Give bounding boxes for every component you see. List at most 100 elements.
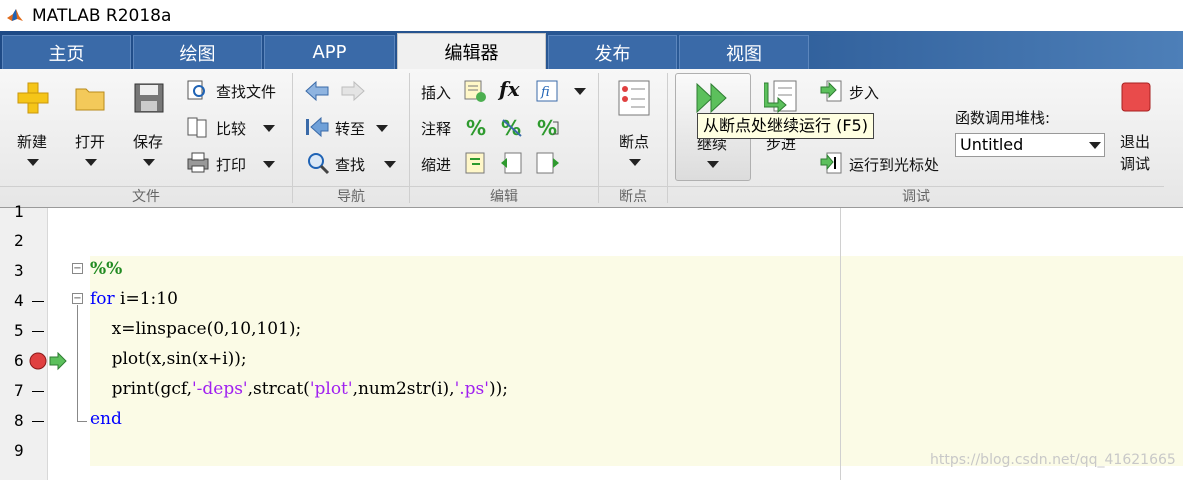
breakpoint-slot-dash[interactable] xyxy=(32,301,44,302)
right-text-limit-line xyxy=(840,208,841,480)
quit-debugging-stop-icon[interactable] xyxy=(1120,81,1152,113)
tab-home[interactable]: 主页 xyxy=(2,35,131,69)
line-number: 3 xyxy=(14,261,24,280)
continue-tooltip: 从断点处继续运行 (F5) xyxy=(697,113,874,139)
line-number: 2 xyxy=(14,231,24,250)
debug-section-label: 调试 xyxy=(668,186,1164,206)
find-button[interactable]: 查找 xyxy=(335,154,365,175)
goto-dropdown-arrow-icon[interactable] xyxy=(376,125,388,132)
svg-text:fi: fi xyxy=(540,85,550,100)
goto-arrow-icon[interactable] xyxy=(304,115,330,139)
continue-dropdown-arrow-icon[interactable] xyxy=(707,161,719,168)
line-number: 1 xyxy=(14,202,24,221)
breakpoint-slot-dash[interactable] xyxy=(32,421,44,422)
call-stack-dropdown[interactable]: Untitled xyxy=(955,133,1105,157)
find-dropdown-arrow-icon[interactable] xyxy=(384,161,396,168)
svg-text:%: % xyxy=(537,116,557,140)
find-files-button[interactable]: 查找文件 xyxy=(216,81,276,102)
keyword-end: end xyxy=(90,409,122,429)
wrap-comment-icon[interactable]: % xyxy=(535,116,561,140)
uncomment-icon[interactable]: % xyxy=(499,116,525,140)
title-bar: MATLAB R2018a xyxy=(0,0,1183,31)
code-text: )); xyxy=(488,379,508,399)
tab-view[interactable]: 视图 xyxy=(679,35,809,69)
insert-function-fx-icon[interactable]: fx xyxy=(499,77,520,101)
line-number: 4 xyxy=(14,291,24,310)
code-line-7: print(gcf,'-deps',strcat('plot',num2str(… xyxy=(90,379,508,399)
forward-arrow-icon xyxy=(341,80,365,102)
back-arrow-icon[interactable] xyxy=(304,79,330,103)
navigate-section-label: 导航 xyxy=(293,186,409,206)
code-line-3: %% xyxy=(90,259,123,279)
code-line-6: plot(x,sin(x+i)); xyxy=(90,349,247,369)
insert-button[interactable]: 插入 xyxy=(421,82,451,103)
step-in-icon[interactable] xyxy=(819,79,843,103)
tab-apps[interactable]: APP xyxy=(264,35,395,69)
compare-dropdown-arrow-icon[interactable] xyxy=(263,125,275,132)
fold-toggle-icon[interactable]: − xyxy=(72,293,83,304)
save-disk-icon[interactable] xyxy=(132,81,166,115)
function-template-icon[interactable]: fi xyxy=(535,79,561,103)
breakpoint-red-dot-icon[interactable] xyxy=(29,352,47,370)
find-magnifier-icon[interactable] xyxy=(306,151,330,175)
insert-dropdown-arrow-icon[interactable] xyxy=(574,88,586,95)
breakpoint-marker[interactable] xyxy=(29,352,69,372)
continue-play-icon[interactable] xyxy=(695,81,731,115)
step-in-button[interactable]: 步入 xyxy=(849,82,879,103)
code-text: ,strcat( xyxy=(247,379,310,399)
line-number: 6 xyxy=(14,351,24,370)
step-icon[interactable] xyxy=(764,79,800,117)
save-button[interactable]: 保存 xyxy=(133,131,163,152)
increase-indent-icon[interactable] xyxy=(499,151,525,175)
string-literal: '-deps' xyxy=(191,379,248,399)
save-dropdown-arrow-icon[interactable] xyxy=(143,159,155,166)
quit-debugging-label-line1[interactable]: 退出 xyxy=(1120,131,1150,152)
compare-button[interactable]: 比较 xyxy=(216,118,246,139)
tab-editor[interactable]: 编辑器 xyxy=(397,33,546,70)
comment-percent-icon[interactable]: % xyxy=(464,116,488,140)
new-plus-icon[interactable] xyxy=(16,81,50,115)
tab-plots[interactable]: 绘图 xyxy=(133,35,262,69)
matlab-window: MATLAB R2018a 主页 绘图 APP 编辑器 发布 视图 新建 打开 … xyxy=(0,0,1183,480)
quit-debugging-label-line2[interactable]: 调试 xyxy=(1120,153,1150,174)
smart-indent-icon[interactable] xyxy=(464,151,488,175)
file-section-label: 文件 xyxy=(0,186,292,206)
code-text: print(gcf, xyxy=(90,379,192,399)
fold-guide-line xyxy=(77,305,78,421)
goto-button[interactable]: 转至 xyxy=(335,118,365,139)
print-button[interactable]: 打印 xyxy=(216,154,246,175)
breakpoints-button[interactable]: 断点 xyxy=(619,131,649,152)
find-files-icon[interactable] xyxy=(186,79,208,101)
new-dropdown-arrow-icon[interactable] xyxy=(27,159,39,166)
comment-button[interactable]: 注释 xyxy=(421,118,451,139)
code-editor[interactable]: 1 2 3 4 5 6 7 8 9 − − %% for i=1:10 x=li… xyxy=(0,202,1183,480)
svg-text:%: % xyxy=(466,116,486,140)
run-to-cursor-button[interactable]: 运行到光标处 xyxy=(849,154,939,175)
open-button[interactable]: 打开 xyxy=(75,131,105,152)
indent-button[interactable]: 缩进 xyxy=(421,154,451,175)
fold-toggle-icon[interactable]: − xyxy=(72,263,83,274)
breakpoints-dropdown-arrow-icon[interactable] xyxy=(629,159,641,166)
breakpoint-slot-dash[interactable] xyxy=(32,331,44,332)
print-dropdown-arrow-icon[interactable] xyxy=(263,161,275,168)
decrease-indent-icon[interactable] xyxy=(535,151,561,175)
breakpoint-slot-dash[interactable] xyxy=(32,391,44,392)
print-icon[interactable] xyxy=(186,151,210,173)
open-folder-icon[interactable] xyxy=(74,83,108,113)
window-title: MATLAB R2018a xyxy=(32,5,172,26)
tab-publish[interactable]: 发布 xyxy=(548,35,677,69)
edit-section-label: 编辑 xyxy=(410,186,598,206)
string-literal: 'plot' xyxy=(309,379,353,399)
open-dropdown-arrow-icon[interactable] xyxy=(85,159,97,166)
new-button[interactable]: 新建 xyxy=(17,131,47,152)
string-literal: '.ps' xyxy=(454,379,489,399)
insert-section-icon[interactable] xyxy=(463,79,487,103)
call-stack-chevron-down-icon[interactable] xyxy=(1089,142,1101,149)
line-number: 9 xyxy=(14,441,24,460)
breakpoints-icon[interactable] xyxy=(616,79,654,117)
section-divider xyxy=(667,73,668,203)
line-number: 5 xyxy=(14,321,24,340)
compare-icon[interactable] xyxy=(186,116,208,138)
line-number: 7 xyxy=(14,381,24,400)
run-to-cursor-icon[interactable] xyxy=(819,151,843,175)
